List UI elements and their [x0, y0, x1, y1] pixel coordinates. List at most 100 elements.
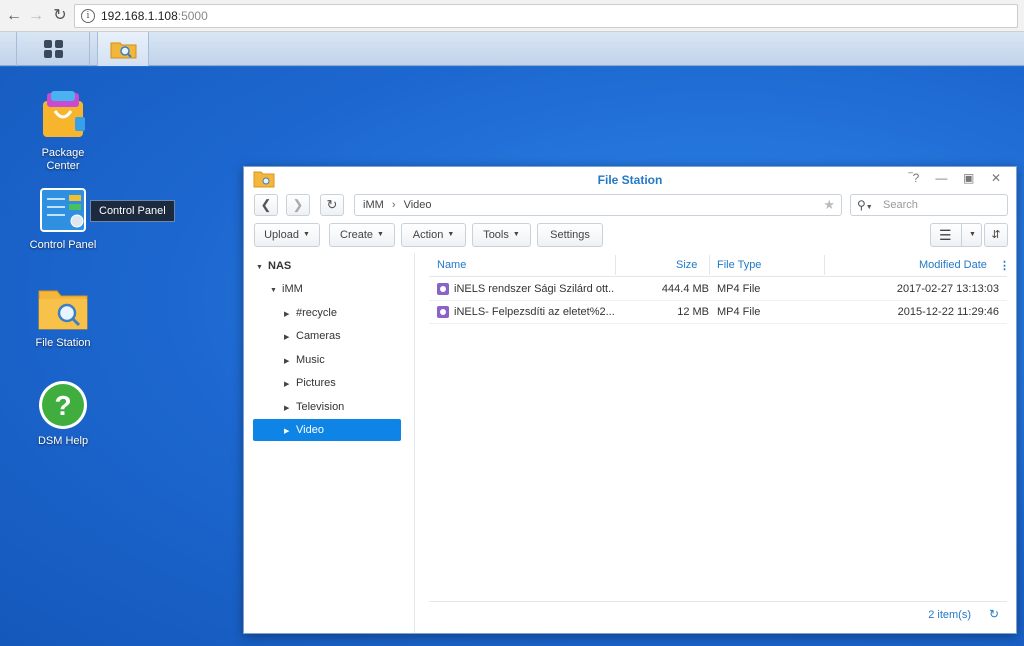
- column-options-icon[interactable]: ⋮: [999, 259, 1010, 272]
- tools-button[interactable]: Tools ▼: [472, 223, 531, 247]
- refresh-icon[interactable]: ↻: [989, 607, 999, 621]
- caret-right-icon: ▶: [284, 405, 290, 412]
- column-modified-date[interactable]: Modified Date: [919, 259, 987, 271]
- maximize-icon[interactable]: ▣: [957, 171, 981, 185]
- file-station-window: File Station ‾? — ▣ ✕ ❮ ❯ ↻ iMM › Video …: [243, 166, 1017, 634]
- nav-forward-button[interactable]: ❯: [286, 194, 310, 216]
- video-file-icon: [437, 283, 449, 295]
- pin-icon[interactable]: ‾?: [902, 171, 926, 185]
- control-panel-tooltip: Control Panel: [90, 200, 175, 222]
- file-type: MP4 File: [717, 306, 761, 318]
- settings-button[interactable]: Settings: [537, 223, 603, 247]
- forward-icon[interactable]: →: [26, 6, 46, 26]
- dsm-help-label: DSM Help: [37, 435, 89, 447]
- reload-icon[interactable]: ↻: [50, 6, 70, 26]
- path-segment[interactable]: iMM: [363, 199, 384, 211]
- file-name: iNELS rendszer Sági Szilárd ott...: [454, 283, 614, 295]
- action-button[interactable]: Action ▼: [401, 223, 466, 247]
- caret-right-icon: ▶: [284, 358, 290, 365]
- create-button[interactable]: Create ▼: [329, 223, 395, 247]
- sort-icon: ⇵: [991, 229, 1001, 241]
- caret-down-icon: ▼: [302, 231, 310, 239]
- tree-item-recycle[interactable]: ▶ #recycle: [284, 302, 337, 324]
- caret-right-icon: ▶: [284, 381, 290, 388]
- back-icon[interactable]: ←: [4, 6, 24, 26]
- view-mode-button[interactable]: ☰ ▼: [930, 223, 982, 247]
- search-input[interactable]: ⚲▼ Search: [850, 194, 1008, 216]
- file-station-icon: [38, 290, 88, 330]
- caret-down-icon: ▼: [256, 264, 263, 271]
- nav-back-button[interactable]: ❮: [254, 194, 278, 216]
- close-icon[interactable]: ✕: [984, 171, 1008, 185]
- folder-tree: ▼ NAS ▼ iMM ▶ #recycle ▶ Cameras ▶ Music ▶ Pic…: [244, 253, 415, 633]
- desktop-icon-dsm-help[interactable]: ? DSM Help: [15, 379, 111, 448]
- file-type: MP4 File: [717, 283, 761, 295]
- window-titlebar[interactable]: File Station ‾? — ▣ ✕: [244, 167, 1016, 191]
- path-bar[interactable]: iMM › Video ★: [354, 194, 842, 216]
- control-panel-label: Control Panel: [29, 239, 97, 251]
- chevron-left-icon: ❮: [260, 197, 272, 212]
- package-center-label-line1: Package: [41, 147, 85, 159]
- path-segment[interactable]: Video: [404, 199, 432, 211]
- address-bar[interactable]: i 192.168.1.108:5000: [74, 4, 1018, 28]
- file-list: Name Size File Type Modified Date ⋮ iNEL…: [429, 253, 1010, 625]
- tree-item-television[interactable]: ▶ Television: [284, 396, 344, 418]
- column-file-type[interactable]: File Type: [717, 259, 761, 271]
- item-count: 2 item(s): [928, 609, 971, 621]
- file-station-taskbar-icon: [110, 42, 137, 59]
- file-list-footer: 2 item(s) ↻: [429, 601, 1007, 625]
- url-text: 192.168.1.108:5000: [101, 9, 208, 23]
- info-icon[interactable]: i: [81, 9, 95, 23]
- caret-down-icon: ▼: [512, 231, 520, 239]
- caret-down-icon: ▼: [969, 231, 976, 238]
- file-size: 444.4 MB: [661, 283, 709, 295]
- file-modified: 2015-12-22 11:29:46: [897, 306, 999, 318]
- desktop-icon-file-station[interactable]: File Station: [15, 285, 111, 350]
- search-icon[interactable]: ⚲▼: [857, 198, 873, 212]
- file-list-header: Name Size File Type Modified Date ⋮: [429, 253, 1010, 277]
- tree-item-pictures[interactable]: ▶ Pictures: [284, 372, 336, 394]
- table-row[interactable]: iNELS- Felpezsdíti az eletet%2... 12 MB …: [429, 301, 1007, 324]
- refresh-icon: ↻: [326, 197, 338, 212]
- refresh-button[interactable]: ↻: [320, 194, 344, 216]
- table-row[interactable]: iNELS rendszer Sági Szilárd ott... 444.4…: [429, 278, 1007, 301]
- path-separator-icon: ›: [391, 199, 396, 211]
- browser-toolbar: ← → ↻ i 192.168.1.108:5000: [0, 0, 1024, 32]
- sort-button[interactable]: ⇵: [984, 223, 1008, 247]
- caret-right-icon: ▶: [284, 311, 290, 318]
- file-size: 12 MB: [677, 306, 709, 318]
- control-panel-icon: [40, 188, 86, 232]
- list-view-icon: ☰: [939, 227, 952, 243]
- caret-down-icon: ▼: [447, 231, 455, 239]
- package-center-icon: [43, 91, 85, 137]
- desktop-icon-package-center[interactable]: Package Center: [15, 87, 111, 173]
- help-icon: ?: [39, 381, 87, 429]
- minimize-icon[interactable]: —: [929, 171, 953, 185]
- favorite-star-icon[interactable]: ★: [823, 197, 835, 213]
- window-title: File Station: [597, 173, 663, 187]
- video-file-icon: [437, 306, 449, 318]
- tree-item-cameras[interactable]: ▶ Cameras: [284, 325, 341, 347]
- tree-item-video[interactable]: ▶ Video: [253, 419, 401, 441]
- file-station-label: File Station: [35, 337, 91, 349]
- file-name: iNELS- Felpezsdíti az eletet%2...: [454, 306, 614, 318]
- column-name[interactable]: Name: [437, 259, 466, 271]
- chevron-right-icon: ❯: [292, 197, 304, 212]
- taskbar-file-station[interactable]: [97, 32, 149, 66]
- caret-down-icon: ▼: [377, 231, 384, 239]
- caret-down-icon: ▼: [270, 287, 277, 294]
- file-modified: 2017-02-27 13:13:03: [896, 283, 999, 295]
- tree-item-imm[interactable]: ▼ iMM: [270, 278, 303, 300]
- main-menu-icon: [44, 40, 64, 58]
- tree-item-music[interactable]: ▶ Music: [284, 349, 325, 371]
- caret-right-icon: ▶: [284, 334, 290, 341]
- svg-text:?: ?: [54, 390, 71, 421]
- dsm-taskbar: [0, 32, 1024, 66]
- search-placeholder: Search: [883, 199, 918, 211]
- upload-button[interactable]: Upload ▼: [254, 223, 320, 247]
- package-center-label-line2: Center: [46, 160, 80, 172]
- caret-right-icon: ▶: [284, 428, 290, 435]
- column-size[interactable]: Size: [676, 259, 697, 271]
- tree-item-nas[interactable]: ▼ NAS: [256, 255, 291, 277]
- main-menu-button[interactable]: [16, 32, 90, 66]
